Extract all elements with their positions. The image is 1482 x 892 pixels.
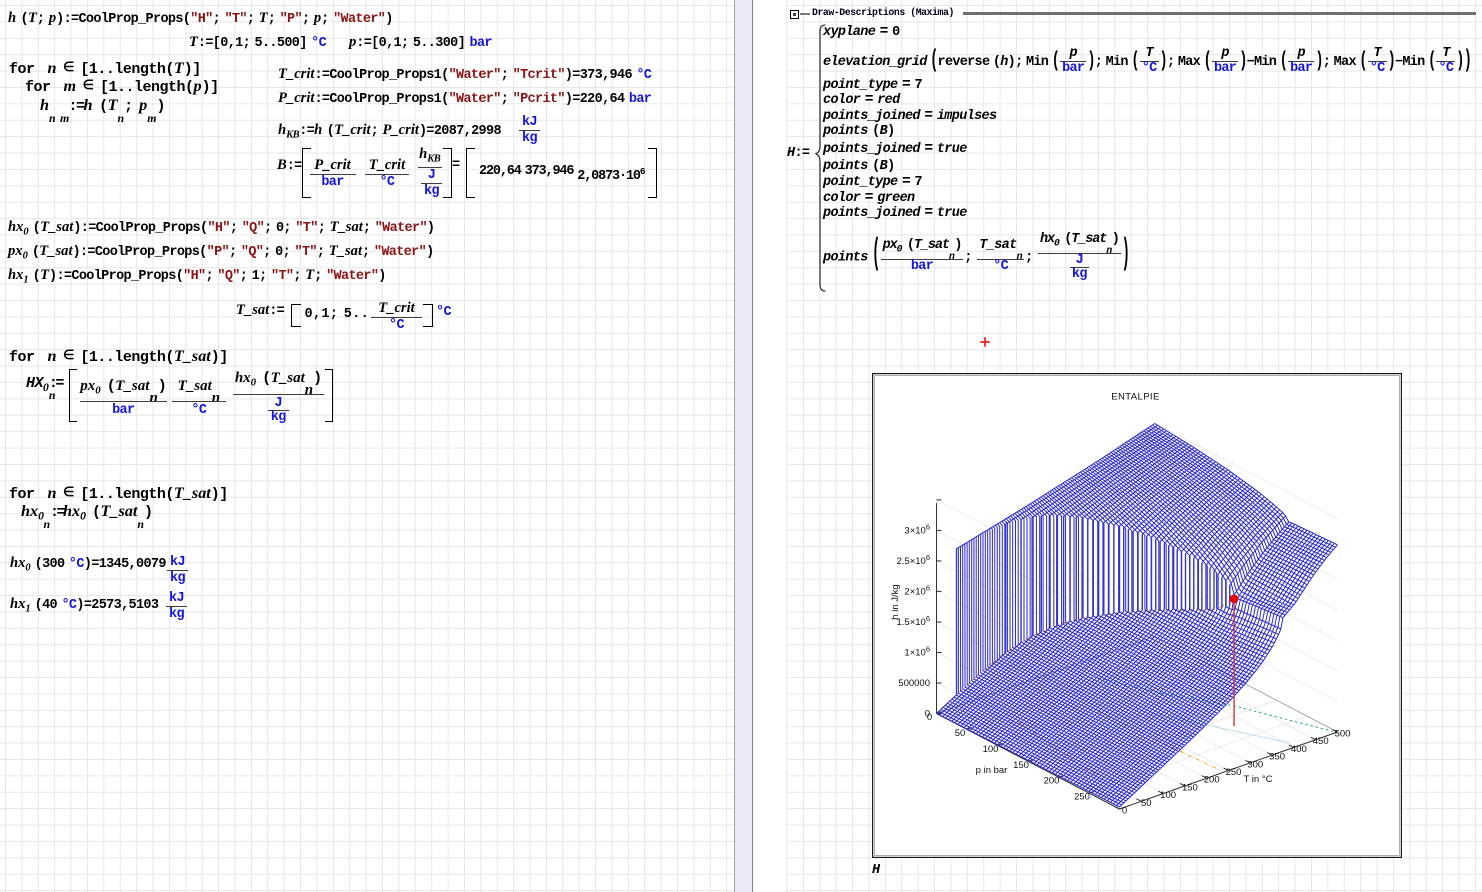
svg-text:300: 300 [1247, 759, 1263, 770]
svg-text:100: 100 [1160, 790, 1176, 801]
svg-text:0: 0 [1121, 806, 1126, 817]
svg-text:T in °C: T in °C [1243, 774, 1272, 785]
svg-text:100: 100 [982, 744, 998, 755]
svg-text:ENTALPIE: ENTALPIE [1111, 392, 1159, 403]
svg-text:0: 0 [926, 712, 931, 723]
svg-text:h in J/kg: h in J/kg [890, 584, 901, 619]
svg-text:150: 150 [1013, 760, 1029, 771]
svg-text:400: 400 [1290, 744, 1306, 755]
svg-text:450: 450 [1312, 736, 1328, 747]
svg-text:200: 200 [1203, 775, 1219, 786]
svg-text:250: 250 [1225, 767, 1241, 778]
svg-text:p in bar: p in bar [975, 765, 1007, 776]
svg-text:50: 50 [954, 728, 965, 739]
svg-text:200: 200 [1043, 776, 1059, 787]
svg-text:50: 50 [1141, 798, 1152, 809]
svg-text:500000: 500000 [898, 678, 930, 689]
svg-text:150: 150 [1181, 782, 1197, 793]
svg-text:250: 250 [1074, 792, 1090, 803]
svg-text:350: 350 [1269, 752, 1285, 763]
svg-text:500: 500 [1334, 729, 1350, 740]
svg-text:1.5×106: 1.5×106 [896, 614, 930, 628]
svg-text:2.5×106: 2.5×106 [896, 553, 930, 567]
